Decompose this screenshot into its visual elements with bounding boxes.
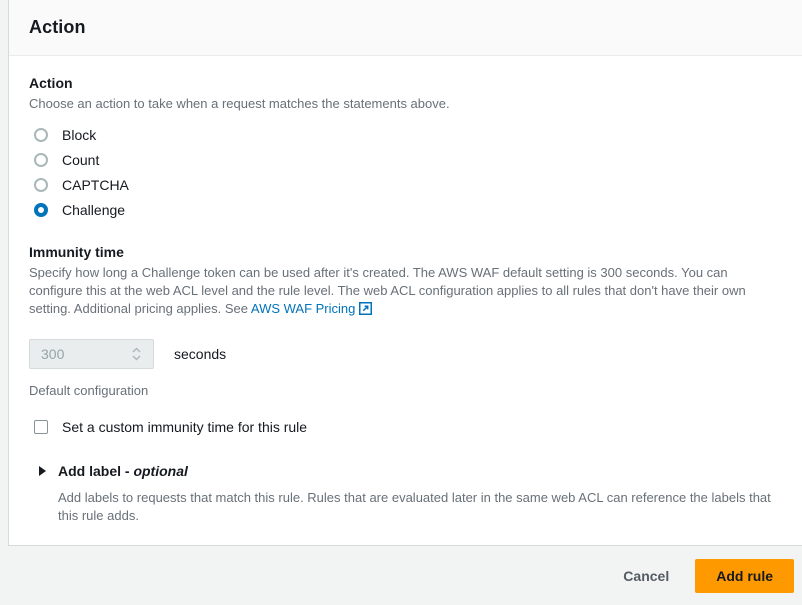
action-card: Action Action Choose an action to take w…	[8, 0, 802, 546]
immunity-description-text: Specify how long a Challenge token can b…	[29, 265, 746, 316]
immunity-time-value: 300	[41, 346, 65, 362]
radio-icon	[34, 127, 48, 142]
immunity-time-label: Immunity time	[29, 244, 124, 260]
radio-selected-icon	[34, 202, 48, 217]
immunity-time-section: Immunity time Specify how long a Challen…	[29, 243, 782, 435]
page-title: Action	[29, 17, 86, 37]
add-rule-button[interactable]: Add rule	[695, 558, 794, 593]
chevron-up-icon	[132, 347, 140, 353]
default-configuration-text: Default configuration	[29, 383, 149, 398]
chevron-down-icon	[132, 355, 140, 361]
card-body: Action Choose an action to take when a r…	[9, 56, 802, 525]
immunity-input-row: 300 seconds	[29, 339, 782, 369]
custom-immunity-checkbox-row[interactable]: Set a custom immunity time for this rule	[29, 419, 782, 435]
caret-right-icon	[39, 466, 46, 476]
add-label-description: Add labels to requests that match this r…	[58, 490, 771, 523]
add-label-title-text: Add label -	[58, 463, 134, 479]
checkbox-icon	[34, 420, 48, 434]
radio-option-block[interactable]: Block	[29, 122, 782, 147]
number-stepper[interactable]	[125, 347, 153, 361]
radio-icon	[34, 177, 48, 192]
add-label-expander: Add label - optional Add labels to reque…	[29, 463, 782, 525]
add-label-title: Add label - optional	[58, 463, 188, 479]
custom-immunity-checkbox-label: Set a custom immunity time for this rule	[62, 419, 308, 435]
action-radio-group: Block Count CAPTCHA Challenge	[29, 122, 782, 222]
card-header: Action	[9, 0, 802, 56]
aws-waf-pricing-link[interactable]: AWS WAF Pricing	[251, 301, 356, 316]
form-footer: Cancel Add rule	[0, 546, 802, 605]
add-label-optional-text: optional	[133, 463, 188, 479]
radio-option-challenge[interactable]: Challenge	[29, 197, 782, 222]
action-section: Action Choose an action to take when a r…	[29, 74, 782, 222]
immunity-time-description: Specify how long a Challenge token can b…	[29, 264, 777, 320]
action-label: Action	[29, 75, 73, 91]
seconds-unit-label: seconds	[174, 346, 227, 362]
external-link-icon[interactable]	[359, 302, 373, 320]
radio-label: Challenge	[62, 201, 126, 218]
radio-option-captcha[interactable]: CAPTCHA	[29, 172, 782, 197]
add-label-expander-header[interactable]: Add label - optional	[29, 463, 782, 479]
radio-label: Block	[62, 126, 97, 143]
radio-label: Count	[62, 151, 100, 168]
radio-label: CAPTCHA	[62, 176, 129, 193]
cancel-button[interactable]: Cancel	[607, 561, 685, 591]
radio-icon	[34, 152, 48, 167]
immunity-time-input[interactable]: 300	[29, 339, 154, 369]
radio-option-count[interactable]: Count	[29, 147, 782, 172]
action-description: Choose an action to take when a request …	[29, 96, 450, 111]
